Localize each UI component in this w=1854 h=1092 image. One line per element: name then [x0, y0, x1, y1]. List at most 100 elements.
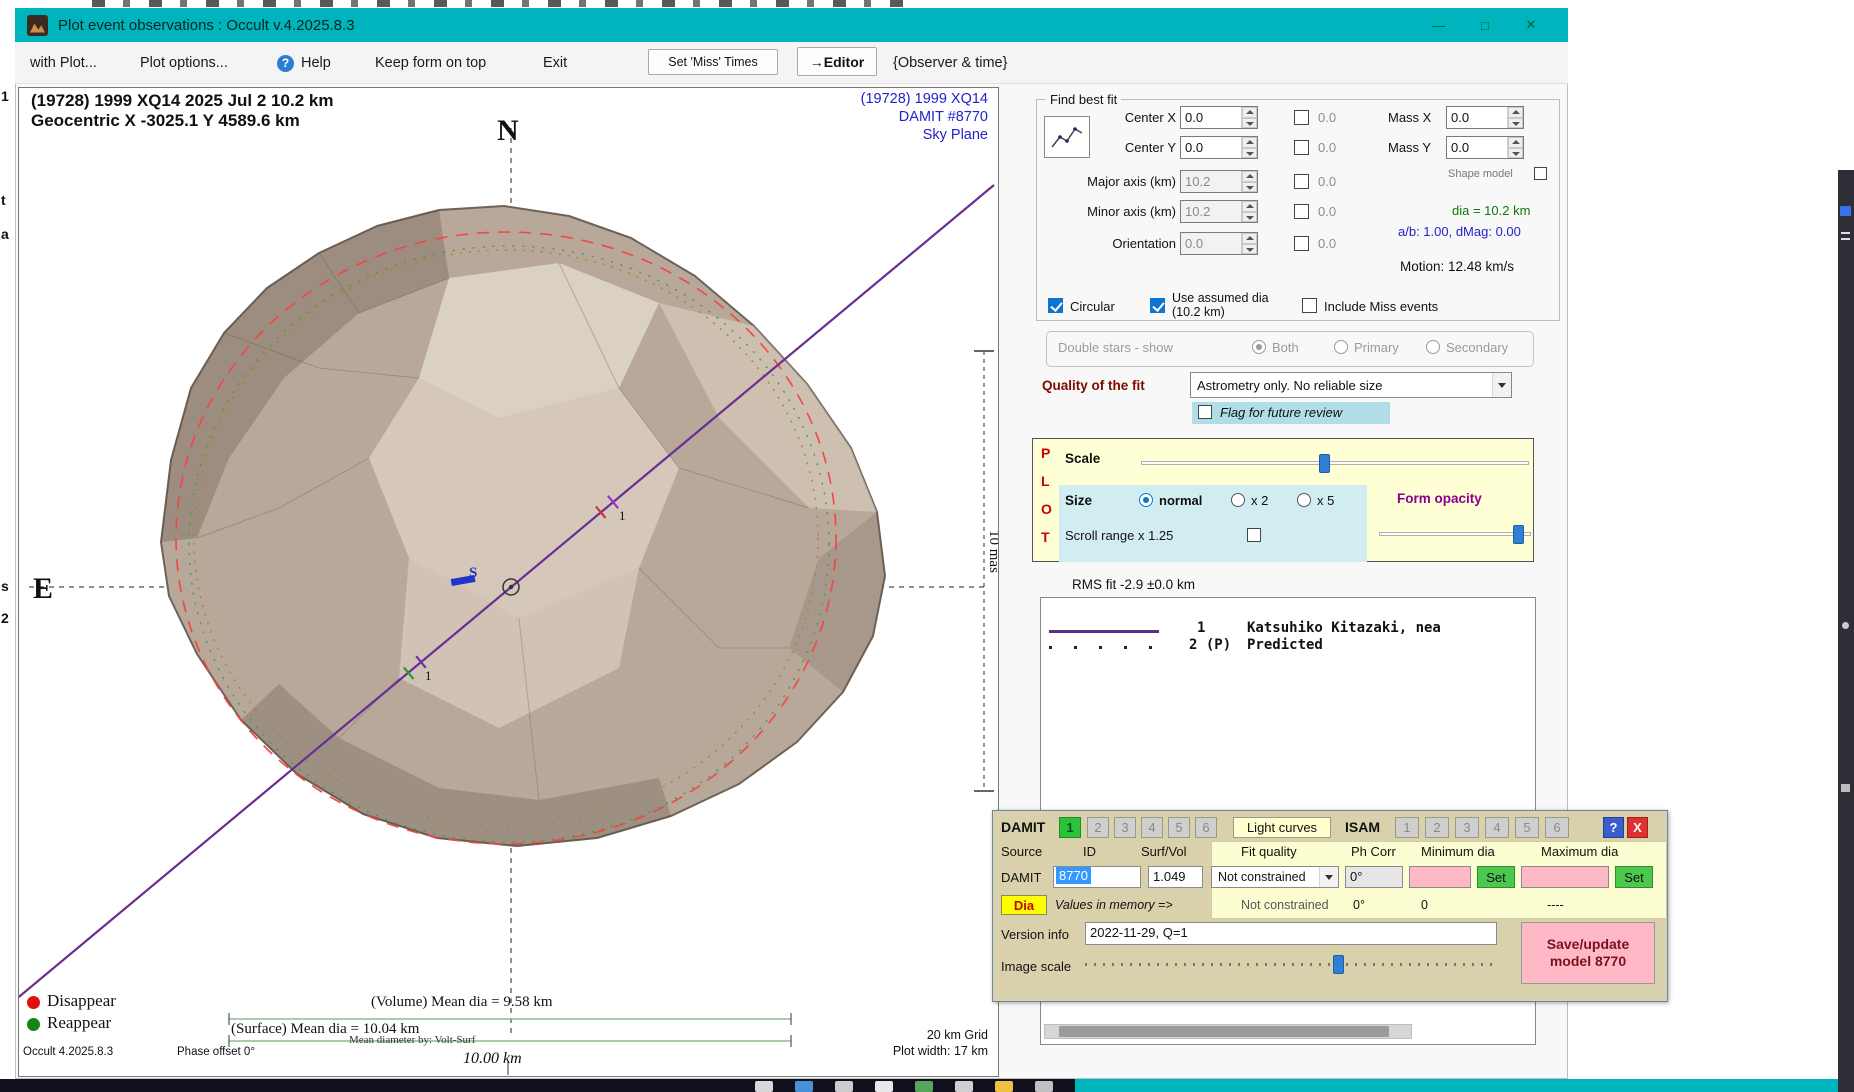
center-y-value[interactable]: 0.0: [1181, 137, 1241, 158]
help-icon[interactable]: ?: [277, 55, 294, 72]
quality-of-fit-dropdown[interactable]: Astrometry only. No reliable size: [1190, 372, 1512, 398]
damit-close-button[interactable]: X: [1627, 817, 1648, 838]
center-x-checkbox[interactable]: [1294, 110, 1309, 125]
observation-1-number[interactable]: 1: [1197, 620, 1205, 636]
damit-model-6-button[interactable]: 6: [1195, 817, 1217, 838]
taskbar-icon[interactable]: [875, 1081, 893, 1092]
scrollbar-thumb[interactable]: [1059, 1026, 1389, 1037]
spin-down-icon[interactable]: [1508, 118, 1523, 129]
orientation-spinner[interactable]: 0.0: [1180, 232, 1258, 255]
damit-help-button[interactable]: ?: [1603, 817, 1624, 838]
spin-up-icon[interactable]: [1242, 137, 1257, 148]
scale-slider-track[interactable]: [1141, 461, 1529, 465]
size-x5-radio[interactable]: [1297, 493, 1311, 507]
minimize-button[interactable]: —: [1416, 12, 1462, 38]
double-stars-primary-radio[interactable]: [1334, 340, 1348, 354]
taskbar-icon[interactable]: [955, 1081, 973, 1092]
orientation-checkbox[interactable]: [1294, 236, 1309, 251]
isam-4-button[interactable]: 4: [1485, 817, 1509, 838]
dia-button[interactable]: Dia: [1001, 895, 1047, 915]
image-scale-slider-track[interactable]: [1085, 963, 1497, 966]
minor-axis-checkbox[interactable]: [1294, 204, 1309, 219]
spin-down-icon[interactable]: [1508, 148, 1523, 159]
scale-slider-thumb[interactable]: [1319, 454, 1330, 473]
observations-hscrollbar[interactable]: [1044, 1024, 1412, 1039]
fit-quality-dropdown[interactable]: Not constrained: [1211, 866, 1339, 888]
damit-model-4-button[interactable]: 4: [1141, 817, 1163, 838]
taskbar-icon[interactable]: [995, 1081, 1013, 1092]
scroll-range-checkbox[interactable]: [1247, 528, 1261, 542]
isam-2-button[interactable]: 2: [1425, 817, 1449, 838]
model-id-field[interactable]: 8770: [1053, 866, 1141, 888]
use-assumed-dia-checkbox[interactable]: [1150, 298, 1165, 313]
damit-model-3-button[interactable]: 3: [1114, 817, 1136, 838]
taskbar-icon[interactable]: [795, 1081, 813, 1092]
isam-1-button[interactable]: 1: [1395, 817, 1419, 838]
opacity-slider-track[interactable]: [1379, 532, 1531, 536]
center-y-checkbox[interactable]: [1294, 140, 1309, 155]
opacity-slider-thumb[interactable]: [1513, 525, 1524, 544]
set-miss-times-button[interactable]: Set 'Miss' Times: [648, 49, 778, 75]
shape-model-checkbox[interactable]: [1534, 167, 1547, 180]
isam-6-button[interactable]: 6: [1545, 817, 1569, 838]
spin-up-icon[interactable]: [1508, 137, 1523, 148]
set-maximum-button[interactable]: Set: [1615, 866, 1653, 888]
observation-2-name[interactable]: Predicted: [1247, 637, 1323, 653]
mass-x-value[interactable]: 0.0: [1447, 107, 1507, 128]
center-x-spinner[interactable]: 0.0: [1180, 106, 1258, 129]
mass-x-spinner[interactable]: 0.0: [1446, 106, 1524, 129]
damit-model-2-button[interactable]: 2: [1087, 817, 1109, 838]
minimum-dia-field[interactable]: [1409, 866, 1471, 888]
menu-with-plot[interactable]: with Plot...: [30, 42, 97, 84]
image-scale-slider-thumb[interactable]: [1333, 955, 1344, 974]
double-stars-both-radio[interactable]: [1252, 340, 1266, 354]
menu-keep-form-on-top[interactable]: Keep form on top: [375, 42, 486, 84]
taskbar-icon[interactable]: [915, 1081, 933, 1092]
size-x2-radio[interactable]: [1231, 493, 1245, 507]
version-info-field[interactable]: 2022-11-29, Q=1: [1085, 922, 1497, 945]
circular-checkbox[interactable]: [1048, 298, 1063, 313]
damit-model-5-button[interactable]: 5: [1168, 817, 1190, 838]
size-normal-radio[interactable]: [1139, 493, 1153, 507]
flag-review-checkbox[interactable]: [1198, 405, 1212, 419]
include-miss-events-checkbox[interactable]: [1302, 298, 1317, 313]
mass-y-spinner[interactable]: 0.0: [1446, 136, 1524, 159]
surfvol-field[interactable]: 1.049: [1148, 866, 1203, 888]
minor-axis-spinner[interactable]: 10.2: [1180, 200, 1258, 223]
close-button[interactable]: ✕: [1508, 12, 1554, 38]
save-update-model-button[interactable]: Save/update model 8770: [1521, 922, 1655, 984]
isam-5-button[interactable]: 5: [1515, 817, 1539, 838]
major-axis-spinner[interactable]: 10.2: [1180, 170, 1258, 193]
dropdown-arrow-icon[interactable]: [1319, 867, 1338, 887]
dropdown-arrow-icon[interactable]: [1492, 373, 1511, 397]
spin-up-icon[interactable]: [1242, 107, 1257, 118]
maximum-dia-field[interactable]: [1521, 866, 1609, 888]
menu-plot-options[interactable]: Plot options...: [140, 42, 228, 84]
taskbar-icon[interactable]: [755, 1081, 773, 1092]
spin-down-icon[interactable]: [1242, 244, 1257, 255]
spin-down-icon[interactable]: [1242, 182, 1257, 193]
isam-3-button[interactable]: 3: [1455, 817, 1479, 838]
set-minimum-button[interactable]: Set: [1477, 866, 1515, 888]
observation-2-number[interactable]: 2 (P): [1189, 637, 1231, 653]
spin-up-icon[interactable]: [1242, 171, 1257, 182]
center-x-value[interactable]: 0.0: [1181, 107, 1241, 128]
taskbar-icon[interactable]: [835, 1081, 853, 1092]
spin-down-icon[interactable]: [1242, 118, 1257, 129]
double-stars-secondary-radio[interactable]: [1426, 340, 1440, 354]
taskbar-icon[interactable]: [1035, 1081, 1053, 1092]
maximize-button[interactable]: □: [1462, 12, 1508, 38]
major-axis-checkbox[interactable]: [1294, 174, 1309, 189]
menu-exit[interactable]: Exit: [543, 42, 567, 84]
menu-help[interactable]: Help: [301, 42, 331, 84]
light-curves-button[interactable]: Light curves: [1233, 817, 1331, 838]
damit-model-1-button[interactable]: 1: [1059, 817, 1081, 838]
spin-down-icon[interactable]: [1242, 212, 1257, 223]
mass-y-value[interactable]: 0.0: [1447, 137, 1507, 158]
observer-time-button[interactable]: {Observer & time}: [893, 42, 1007, 84]
ph-corr-field[interactable]: 0°: [1345, 866, 1403, 888]
center-y-spinner[interactable]: 0.0: [1180, 136, 1258, 159]
spin-up-icon[interactable]: [1508, 107, 1523, 118]
observation-1-name[interactable]: Katsuhiko Kitazaki, nea: [1247, 620, 1441, 636]
sky-plane-plot[interactable]: (19728) 1999 XQ14 2025 Jul 2 10.2 km Geo…: [18, 87, 999, 1077]
